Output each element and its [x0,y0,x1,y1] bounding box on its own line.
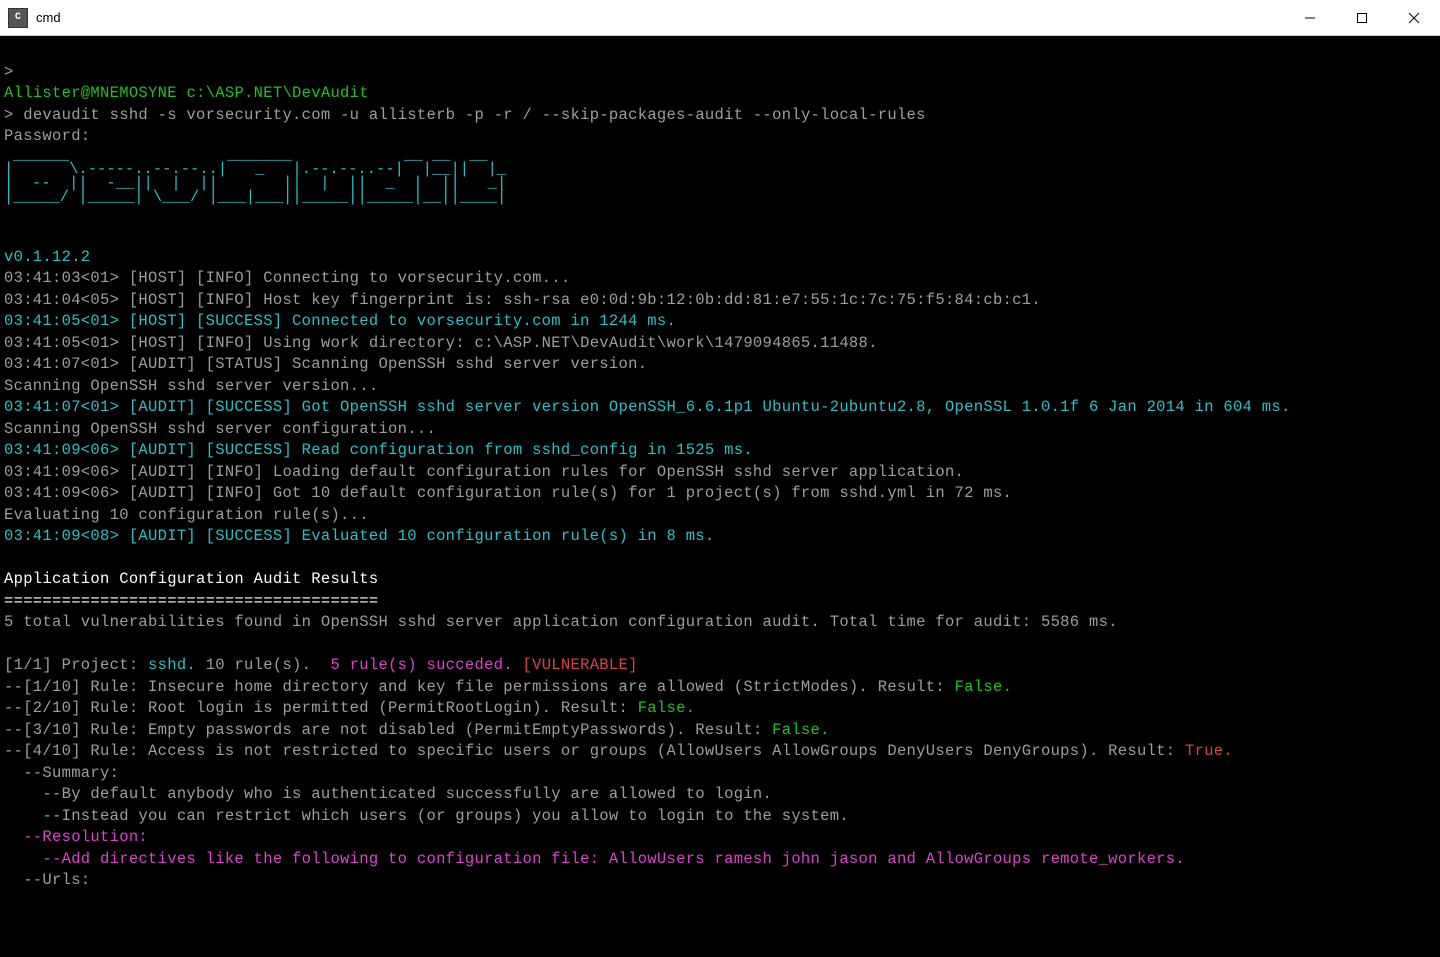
terminal-output[interactable]: > Allister@MNEMOSYNE c:\ASP.NET\DevAudit… [0,36,1440,957]
log-block: 03:41:09<06> [AUDIT] [SUCCESS] Read conf… [4,441,1012,502]
command-line: devaudit sshd -s vorsecurity.com -u alli… [23,106,926,124]
log-block: 03:41:07<01> [AUDIT] [SUCCESS] Got OpenS… [4,398,1291,416]
summary-line: --By default anybody who is authenticate… [4,785,772,803]
rules-list: --[1/10] Rule: Insecure home directory a… [4,678,1233,761]
summary-label: --Summary: [4,764,119,782]
close-button[interactable] [1388,0,1440,35]
password-prompt: Password: [4,127,90,145]
ascii-logo: ______ _______ __ __ __ | \.-----..--.--… [4,148,1436,204]
maximize-button[interactable] [1336,0,1388,35]
rules-count: 10 rule(s). [196,656,330,674]
resolution-line: --Add directives like the following to c… [4,850,1185,868]
prompt-caret: > [4,106,14,124]
version-line: v0.1.12.2 [4,248,90,266]
scan-config-line: Scanning OpenSSH sshd server configurati… [4,420,436,438]
summary-line: --Instead you can restrict which users (… [4,807,849,825]
log-block: 03:41:09<08> [AUDIT] [SUCCESS] Evaluated… [4,527,715,545]
rules-succeeded: 5 rule(s) succeded. [330,656,522,674]
prompt-userhost: Allister@MNEMOSYNE [4,84,177,102]
prompt-path: c:\ASP.NET\DevAudit [186,84,368,102]
resolution-label: --Resolution: [4,828,148,846]
results-divider: ======================================= [4,592,378,610]
eval-rules-line: Evaluating 10 configuration rule(s)... [4,506,369,524]
results-summary: 5 total vulnerabilities found in OpenSSH… [4,613,1118,631]
minimize-button[interactable] [1284,0,1336,35]
window-title: cmd [36,10,1284,25]
urls-label: --Urls: [4,871,90,889]
project-name: sshd. [148,656,196,674]
window-controls [1284,0,1440,35]
log-block: 03:41:03<01> [HOST] [INFO] Connecting to… [4,269,1041,373]
window-titlebar: C cmd [0,0,1440,36]
vulnerable-tag: [VULNERABLE] [523,656,638,674]
scan-version-line: Scanning OpenSSH sshd server version... [4,377,378,395]
prompt-caret: > [4,63,14,81]
project-prefix: [1/1] Project: [4,656,148,674]
cmd-icon: C [8,8,28,28]
results-heading: Application Configuration Audit Results [4,570,378,588]
